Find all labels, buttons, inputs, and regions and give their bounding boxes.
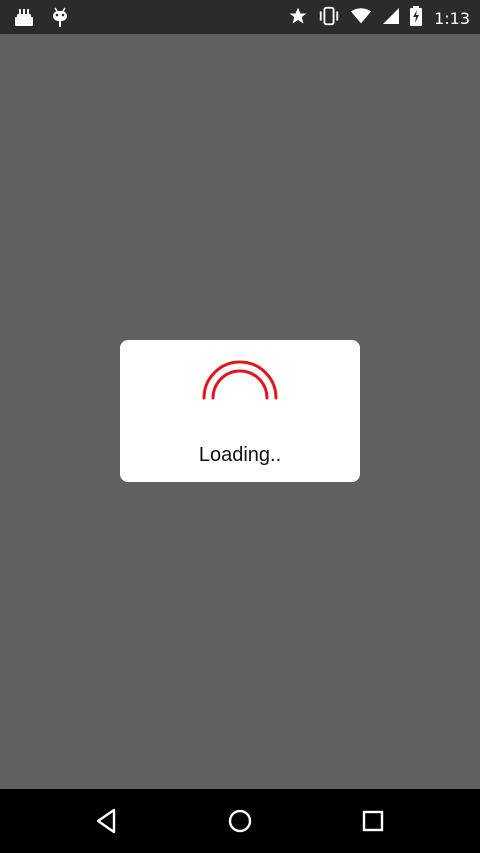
cake-notification-icon: [12, 5, 36, 33]
signal-icon: [382, 7, 400, 29]
vibrate-icon: [318, 6, 340, 30]
home-icon[interactable]: [226, 807, 254, 835]
clock-time: 1:13: [434, 8, 470, 28]
loading-message: Loading..: [198, 444, 282, 466]
wifi-icon: [350, 7, 372, 29]
navigation-bar: [0, 789, 480, 853]
battery-charging-icon: [410, 6, 423, 30]
android-debug-icon: [50, 5, 70, 33]
status-left-icons: [12, 5, 70, 33]
back-icon[interactable]: [92, 807, 120, 835]
status-bar: 1:13: [0, 0, 480, 34]
status-right-icons: 1:13: [288, 6, 470, 30]
star-icon: [288, 6, 308, 30]
loading-spinner-icon: [202, 360, 278, 400]
recents-icon[interactable]: [359, 807, 387, 835]
loading-dialog: Loading..: [120, 340, 360, 482]
